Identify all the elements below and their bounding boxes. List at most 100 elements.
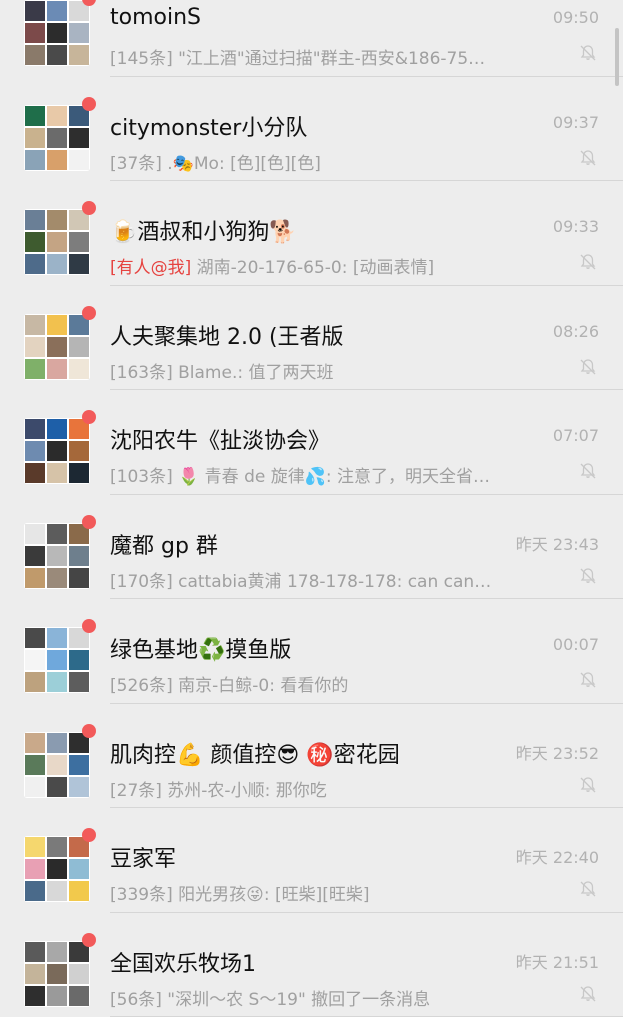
member-avatar: [69, 463, 89, 483]
group-avatar[interactable]: [24, 627, 90, 693]
member-avatar: [25, 777, 45, 797]
member-avatar: [47, 986, 67, 1006]
member-avatar: [47, 964, 67, 984]
mute-bell-icon: [579, 671, 597, 689]
chat-row[interactable]: tomoinS[145条] "江上酒"通过扫描"群主-西安&186-75…09:…: [0, 0, 623, 77]
group-avatar[interactable]: [24, 418, 90, 484]
member-avatar: [47, 463, 67, 483]
last-message: [27条] 苏州-农-小顺: 那你吃: [110, 781, 327, 801]
member-avatar: [47, 568, 67, 588]
chat-title: 豆家军: [110, 841, 176, 873]
group-avatar[interactable]: [24, 941, 90, 1007]
chat-preview: [有人@我] 湖南-20-176-65-0: [动画表情]: [110, 253, 434, 278]
chat-preview: [339条] 阳光男孩😜: [旺柴][旺柴]: [110, 880, 370, 905]
member-avatar: [25, 964, 45, 984]
chat-row[interactable]: 🍺酒叔和小狗狗🐕[有人@我] 湖南-20-176-65-0: [动画表情]09:…: [0, 181, 623, 286]
member-avatar: [25, 463, 45, 483]
last-message: [170条] cattabia黄浦 178-178-178: can can…: [110, 572, 491, 592]
member-avatar: [69, 881, 89, 901]
member-avatar: [47, 359, 67, 379]
member-avatar: [47, 837, 67, 857]
member-avatar: [47, 106, 67, 126]
chat-time: 昨天 23:52: [516, 740, 599, 764]
member-avatar: [25, 359, 45, 379]
chat-row[interactable]: 全国欢乐牧场1 [56条] "深圳～农 S～19" 撤回了一条消息 昨天 21:51: [0, 913, 623, 1017]
member-avatar: [25, 942, 45, 962]
member-avatar: [47, 942, 67, 962]
group-avatar[interactable]: [24, 836, 90, 902]
chat-row[interactable]: 绿色基地♻️摸鱼版[526条] 南京-白鲸-0: 看看你的00:07: [0, 599, 623, 704]
group-avatar[interactable]: [24, 314, 90, 380]
chat-row[interactable]: 人夫聚集地 2.0 (王者版[163条] Blame.: 值了两天班08:26: [0, 286, 623, 391]
chat-time: 昨天 22:40: [516, 844, 599, 868]
member-avatar: [47, 441, 67, 461]
member-avatar: [69, 337, 89, 357]
member-avatar: [69, 23, 89, 43]
last-message: [163条] Blame.: 值了两天班: [110, 363, 333, 383]
member-avatar: [25, 672, 45, 692]
unread-dot: [82, 410, 96, 424]
unread-dot: [82, 201, 96, 215]
unread-dot: [82, 515, 96, 529]
member-avatar: [25, 254, 45, 274]
chat-time: 08:26: [553, 322, 599, 341]
last-message: [526条] 南京-白鲸-0: 看看你的: [110, 676, 348, 696]
chat-time: 09:33: [553, 217, 599, 236]
chat-preview: [56条] "深圳～农 S～19" 撤回了一条消息: [110, 985, 430, 1010]
member-avatar: [47, 232, 67, 252]
member-avatar: [25, 337, 45, 357]
member-avatar: [47, 254, 67, 274]
last-message: [339条] 阳光男孩😜: [旺柴][旺柴]: [110, 885, 370, 905]
chat-preview: [170条] cattabia黄浦 178-178-178: can can…: [110, 567, 491, 592]
member-avatar: [25, 650, 45, 670]
member-avatar: [25, 837, 45, 857]
member-avatar: [47, 45, 67, 65]
group-avatar[interactable]: [24, 105, 90, 171]
member-avatar: [69, 672, 89, 692]
chat-title: 全国欢乐牧场1: [110, 946, 256, 978]
member-avatar: [25, 315, 45, 335]
member-avatar: [25, 986, 45, 1006]
chat-row[interactable]: 沈阳农牛《扯淡协会》[103条] 🌷 青春 de 旋律💦: 注意了，明天全省…0…: [0, 390, 623, 495]
mute-bell-icon: [579, 880, 597, 898]
member-avatar: [69, 45, 89, 65]
chat-title: 绿色基地♻️摸鱼版: [110, 632, 291, 664]
member-avatar: [69, 150, 89, 170]
member-avatar: [47, 881, 67, 901]
last-message: 湖南-20-176-65-0: [动画表情]: [197, 258, 434, 278]
mute-bell-icon: [579, 462, 597, 480]
member-avatar: [69, 254, 89, 274]
chat-title: citymonster小分队: [110, 110, 307, 142]
mute-bell-icon: [579, 358, 597, 376]
member-avatar: [25, 1, 45, 21]
member-avatar: [69, 859, 89, 879]
member-avatar: [69, 986, 89, 1006]
member-avatar: [47, 650, 67, 670]
member-avatar: [69, 650, 89, 670]
last-message: [103条] 🌷 青春 de 旋律💦: 注意了，明天全省…: [110, 467, 490, 487]
chat-preview: [163条] Blame.: 值了两天班: [110, 358, 333, 383]
mute-bell-icon: [579, 149, 597, 167]
member-avatar: [25, 733, 45, 753]
member-avatar: [25, 546, 45, 566]
chat-time: 昨天 21:51: [516, 949, 599, 973]
chat-row[interactable]: citymonster小分队[37条] .🎭Mo: [色][色][色]09:37: [0, 77, 623, 182]
chat-title: tomoinS: [110, 5, 201, 30]
group-avatar[interactable]: [24, 732, 90, 798]
chat-row[interactable]: 豆家军 [339条] 阳光男孩😜: [旺柴][旺柴] 昨天 22:40: [0, 808, 623, 913]
unread-dot: [82, 619, 96, 633]
member-avatar: [69, 964, 89, 984]
member-avatar: [25, 150, 45, 170]
unread-dot: [82, 724, 96, 738]
member-avatar: [25, 106, 45, 126]
member-avatar: [25, 524, 45, 544]
group-avatar[interactable]: [24, 0, 90, 66]
mute-bell-icon: [579, 253, 597, 271]
scrollbar[interactable]: [615, 28, 619, 86]
group-avatar[interactable]: [24, 209, 90, 275]
chat-row[interactable]: 魔都 gp 群[170条] cattabia黄浦 178-178-178: ca…: [0, 495, 623, 600]
member-avatar: [69, 232, 89, 252]
group-avatar[interactable]: [24, 523, 90, 589]
member-avatar: [25, 628, 45, 648]
chat-row[interactable]: 肌肉控💪 颜值控😎 ㊙️密花园[27条] 苏州-农-小顺: 那你吃昨天 23:5…: [0, 704, 623, 809]
